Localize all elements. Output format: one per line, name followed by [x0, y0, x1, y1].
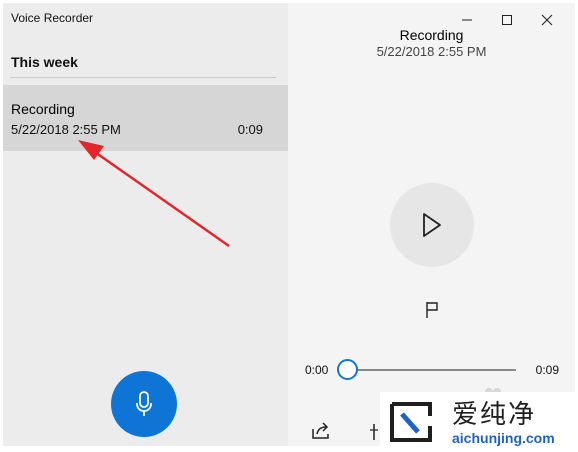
watermark-logo-icon — [390, 402, 432, 442]
record-button[interactable] — [111, 371, 177, 437]
player-date: 5/22/2018 2:55 PM — [376, 44, 487, 59]
watermark-text: 爱纯净 — [452, 399, 537, 429]
app-title: Voice Recorder — [11, 11, 94, 25]
trim-button[interactable] — [368, 422, 380, 442]
watermark-url: aichunjing.com — [452, 430, 555, 446]
close-icon — [541, 14, 553, 26]
group-header-this-week: This week — [11, 54, 78, 70]
play-icon — [423, 213, 441, 237]
watermark: 爱纯净 aichunjing.com — [380, 392, 578, 452]
recording-item-date: 5/22/2018 2:55 PM — [11, 122, 121, 137]
trim-icon — [370, 424, 378, 440]
recording-list-item[interactable]: Recording 5/22/2018 2:55 PM 0:09 — [3, 85, 288, 151]
add-marker-button[interactable] — [421, 299, 443, 321]
flag-icon — [426, 302, 438, 318]
play-button[interactable] — [390, 183, 474, 267]
seek-bar-thumb[interactable] — [337, 359, 358, 380]
player-pane: Recording 5/22/2018 2:55 PM 0:00 0:09 — [288, 3, 575, 446]
group-divider — [10, 77, 276, 78]
voice-recorder-window: Voice Recorder This week Recording 5/22/… — [0, 0, 578, 452]
seek-bar-track[interactable] — [348, 369, 516, 371]
maximize-icon — [502, 15, 512, 25]
share-icon — [312, 422, 329, 439]
microphone-icon — [136, 391, 152, 416]
share-button[interactable] — [309, 418, 333, 442]
recordings-pane: Voice Recorder This week Recording 5/22/… — [3, 3, 288, 446]
time-current: 0:00 — [305, 363, 329, 377]
recording-item-title: Recording — [11, 101, 75, 117]
minimize-icon — [462, 19, 472, 21]
time-total: 0:09 — [535, 363, 559, 377]
player-title: Recording — [399, 27, 464, 43]
recording-item-duration: 0:09 — [237, 122, 263, 137]
